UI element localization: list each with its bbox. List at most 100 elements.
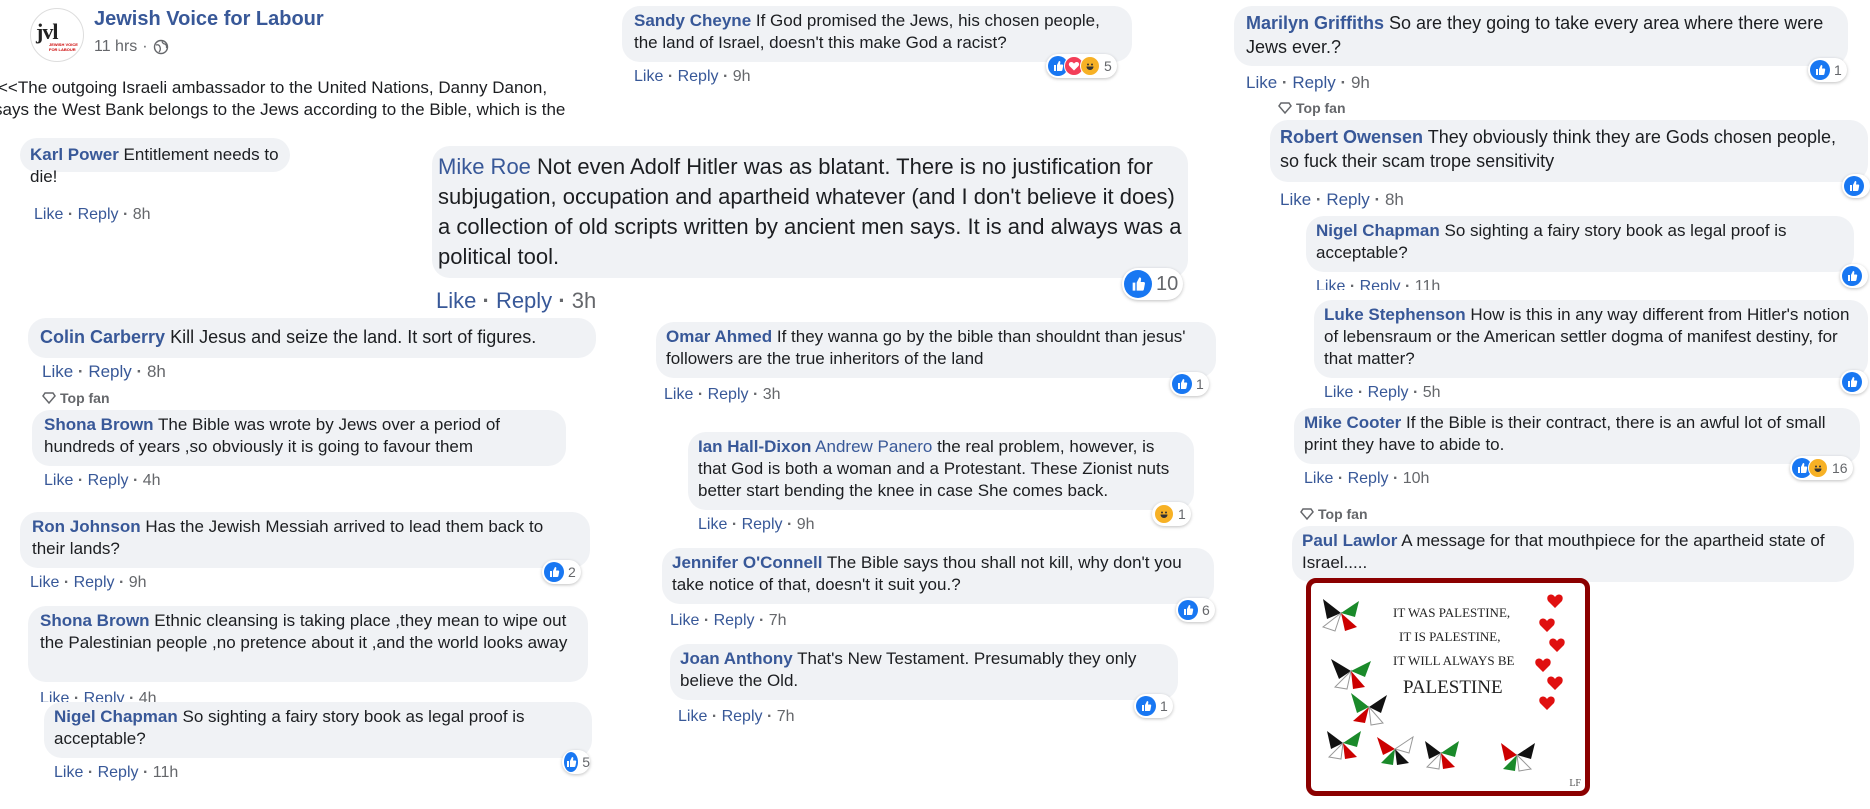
comment-mike-cooter: Mike Cooter If the Bible is their contra… (1294, 408, 1860, 464)
commenter-name[interactable]: Mike Roe (438, 154, 531, 179)
reply-button[interactable]: Reply (84, 690, 125, 702)
like-button[interactable]: Like (1316, 278, 1345, 290)
reactions-ian[interactable]: 1 (1152, 502, 1191, 526)
commenter-name[interactable]: Sandy Cheyne (634, 11, 751, 30)
comment-time[interactable]: 4h (143, 472, 161, 489)
comment-time[interactable]: 3h (763, 386, 781, 403)
image-text-line4: PALESTINE (1403, 677, 1503, 698)
comment-time[interactable]: 8h (1385, 190, 1404, 209)
reactions-nigel1[interactable]: 5 (562, 750, 590, 774)
commenter-name[interactable]: Omar Ahmed (666, 327, 772, 346)
comment-joan-anthony: Joan Anthony That's New Testament. Presu… (670, 644, 1178, 700)
like-button[interactable]: Like (698, 516, 727, 533)
like-button[interactable]: Like (1246, 73, 1277, 92)
commenter-name[interactable]: Luke Stephenson (1324, 305, 1466, 324)
commenter-name[interactable]: Paul Lawlor (1302, 531, 1397, 550)
comment-text: Not even Adolf Hitler was as blatant. Th… (438, 154, 1182, 269)
like-button[interactable]: Like (1324, 384, 1353, 401)
commenter-name[interactable]: Shona Brown (40, 611, 150, 630)
comment-time[interactable]: 7h (777, 708, 795, 725)
comment-time[interactable]: 8h (133, 206, 151, 223)
comment-time[interactable]: 11h (1415, 278, 1441, 290)
reactions-robert[interactable] (1842, 174, 1870, 198)
reply-button[interactable]: Reply (714, 612, 755, 629)
top-fan-badge: Top fan (1278, 100, 1346, 116)
like-button[interactable]: Like (664, 386, 693, 403)
commenter-name[interactable]: Karl Power (30, 145, 119, 164)
commenter-name[interactable]: Shona Brown (44, 415, 154, 434)
like-button[interactable]: Like (54, 764, 83, 781)
like-button[interactable]: Like (670, 612, 699, 629)
haha-reaction-icon (1154, 504, 1174, 524)
commenter-name[interactable]: Nigel Chapman (1316, 221, 1440, 240)
page-avatar[interactable]: jvl JEWISH VOICE FOR LABOUR (30, 8, 84, 62)
commenter-name[interactable]: Jennifer O'Connell (672, 553, 822, 572)
reply-button[interactable]: Reply (1348, 470, 1389, 487)
reactions-nigel2[interactable] (1840, 264, 1868, 288)
diamond-icon (42, 392, 56, 405)
post-timestamp[interactable]: 11 hrs · (94, 38, 169, 56)
comment-time[interactable]: 3h (572, 288, 596, 313)
comment-time[interactable]: 9h (129, 574, 147, 591)
diamond-icon (1300, 508, 1314, 521)
comment-ron-johnson: Ron Johnson Has the Jewish Messiah arriv… (20, 512, 590, 568)
reactions-mike[interactable]: 10 (1122, 268, 1184, 300)
like-button[interactable]: Like (678, 708, 707, 725)
reactions-luke[interactable] (1840, 370, 1868, 394)
reply-button[interactable]: Reply (742, 516, 783, 533)
reply-button[interactable]: Reply (88, 472, 129, 489)
tagged-user[interactable]: Andrew Panero (815, 437, 932, 456)
comment-time[interactable]: 7h (769, 612, 787, 629)
comment-image-palestine[interactable]: IT WAS PALESTINE, IT IS PALESTINE, IT WI… (1306, 578, 1590, 796)
reactions-mikec[interactable]: 16 (1790, 456, 1853, 480)
reactions-jennifer[interactable]: 6 (1176, 598, 1215, 622)
reply-button[interactable]: Reply (708, 386, 749, 403)
reply-button[interactable]: Reply (1292, 73, 1335, 92)
commenter-name[interactable]: Nigel Chapman (54, 707, 178, 726)
reactions-omar[interactable]: 1 (1170, 372, 1209, 396)
reply-button[interactable]: Reply (496, 288, 552, 313)
reply-button[interactable]: Reply (88, 362, 131, 381)
reply-button[interactable]: Reply (1368, 384, 1409, 401)
comment-time[interactable]: 8h (147, 362, 166, 381)
commenter-name[interactable]: Robert Owensen (1280, 127, 1423, 147)
comment-actions-nigel2: Like · Reply · 11h (1316, 278, 1440, 290)
like-button[interactable]: Like (34, 206, 63, 223)
like-button[interactable]: Like (1280, 190, 1311, 209)
reply-button[interactable]: Reply (74, 574, 115, 591)
commenter-name[interactable]: Ron Johnson (32, 517, 141, 536)
comment-time[interactable]: 5h (1423, 384, 1441, 401)
page-name[interactable]: Jewish Voice for Labour (94, 8, 324, 31)
reactions-ron[interactable]: 2 (542, 560, 581, 584)
reply-button[interactable]: Reply (678, 68, 719, 85)
like-button[interactable]: Like (436, 288, 476, 313)
comment-time[interactable]: 10h (1403, 470, 1430, 487)
reply-button[interactable]: Reply (1360, 278, 1401, 290)
comment-time[interactable]: 9h (1351, 73, 1370, 92)
reactions-joan[interactable]: 1 (1134, 694, 1173, 718)
like-button[interactable]: Like (30, 574, 59, 591)
like-button[interactable]: Like (634, 68, 663, 85)
like-button[interactable]: Like (40, 690, 69, 702)
reply-button[interactable]: Reply (98, 764, 139, 781)
reactions-sandy[interactable]: 5 (1046, 54, 1117, 78)
like-button[interactable]: Like (42, 362, 73, 381)
commenter-name[interactable]: Ian Hall-Dixon (698, 437, 811, 456)
reply-button[interactable]: Reply (78, 206, 119, 223)
comment-time[interactable]: 9h (797, 516, 815, 533)
image-text-line1: IT WAS PALESTINE, (1393, 605, 1511, 620)
commenter-name[interactable]: Colin Carberry (40, 327, 165, 347)
comment-time[interactable]: 9h (733, 68, 751, 85)
reply-button[interactable]: Reply (1326, 190, 1369, 209)
comment-time[interactable]: 11h (153, 764, 179, 781)
reply-button[interactable]: Reply (722, 708, 763, 725)
reactions-marilyn[interactable]: 1 (1808, 58, 1847, 82)
commenter-name[interactable]: Marilyn Griffiths (1246, 13, 1384, 33)
commenter-name[interactable]: Joan Anthony (680, 649, 793, 668)
comment-actions-mike: Like · Reply · 3h (436, 288, 597, 313)
like-button[interactable]: Like (1304, 470, 1333, 487)
comment-time[interactable]: 4h (139, 690, 157, 702)
post-time: 11 hrs (94, 38, 138, 55)
commenter-name[interactable]: Mike Cooter (1304, 413, 1401, 432)
like-button[interactable]: Like (44, 472, 73, 489)
